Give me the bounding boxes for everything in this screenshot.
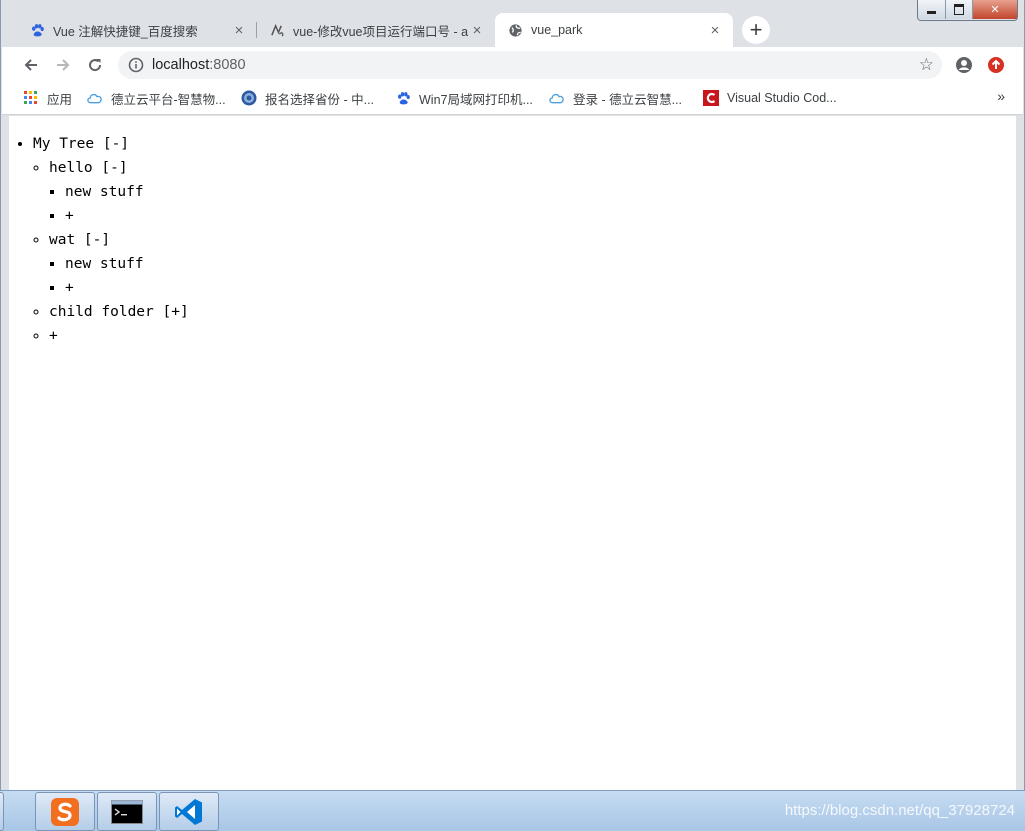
bookmark-label: Visual Studio Cod...	[727, 91, 837, 105]
tab-title: vue_park	[531, 23, 583, 37]
taskbar-sogou[interactable]	[35, 792, 95, 831]
apps-grid-icon	[23, 90, 39, 106]
baidu-paw-icon	[29, 22, 45, 38]
bookmark-province[interactable]: 报名选择省份 - 中...	[241, 89, 374, 107]
new-tab-button[interactable]: +	[742, 16, 770, 44]
tab-baidu-search[interactable]: Vue 注解快捷键_百度搜索 ×	[17, 13, 257, 47]
tree-children: new stuff +	[49, 252, 1016, 300]
maximize-icon	[954, 4, 964, 15]
tab-close-icon[interactable]: ×	[707, 22, 723, 39]
bookmarks-bar: 应用 德立云平台-智慧物... 报名选择省份 - 中... Win7局域网打印机…	[2, 82, 1023, 115]
cloud-icon	[549, 90, 565, 106]
tree-item-leaf: new stuff	[65, 180, 1016, 204]
tab-vue-park[interactable]: vue_park ×	[495, 13, 733, 47]
tab-title: Vue 注解快捷键_百度搜索	[53, 24, 198, 39]
bookmark-apps[interactable]: 应用	[23, 89, 72, 107]
bookmark-win7-printer[interactable]: Win7局域网打印机...	[395, 89, 533, 107]
reload-button[interactable]	[83, 53, 107, 77]
arrow-right-icon	[57, 59, 70, 71]
browser-toolbar: localhost:8080 ☆	[2, 47, 1023, 82]
taskbar-wechat[interactable]	[0, 792, 4, 831]
tree-leaf-label[interactable]: new stuff	[65, 256, 144, 272]
csdn-icon	[703, 90, 719, 106]
update-arrow-icon	[988, 57, 1004, 73]
add-item-button[interactable]: +	[65, 208, 74, 224]
tree-leaf-label[interactable]: new stuff	[65, 184, 144, 200]
vscode-icon	[175, 798, 202, 825]
tree-folder-label[interactable]: hello [-]	[49, 160, 128, 176]
tree-children: hello [-] new stuff + wat [-] new stuff …	[33, 156, 1016, 348]
tree-root-label[interactable]: My Tree [-]	[33, 136, 129, 152]
tree-view: My Tree [-] hello [-] new stuff + wat [-…	[9, 132, 1016, 348]
bookmark-label: 应用	[47, 92, 73, 107]
url-text: localhost:8080	[152, 57, 246, 73]
watermark-text: https://blog.csdn.net/qq_37928724	[784, 802, 1015, 819]
tab-title: vue-修改vue项目运行端口号 - a	[293, 24, 469, 39]
site-logo-icon	[269, 22, 285, 38]
tree-item-add: +	[65, 276, 1016, 300]
command-prompt-icon	[111, 799, 143, 824]
address-bar[interactable]: localhost:8080 ☆	[118, 51, 942, 79]
bookmark-star-icon[interactable]: ☆	[919, 55, 934, 75]
globe-icon	[507, 22, 523, 38]
browser-window: ✕ Vue 注解快捷键_百度搜索 × vue-修改vue项目运行端口号 - a …	[0, 0, 1025, 790]
back-button[interactable]	[19, 53, 43, 77]
seal-icon	[241, 90, 257, 106]
tree-item-add: +	[49, 324, 1016, 348]
maximize-button[interactable]	[946, 0, 973, 19]
tree-children: new stuff +	[49, 180, 1016, 228]
taskbar-cmd[interactable]	[97, 792, 157, 831]
minimize-icon	[927, 11, 936, 14]
page-content: My Tree [-] hello [-] new stuff + wat [-…	[9, 116, 1016, 790]
tree-folder-label[interactable]: child folder [+]	[49, 304, 189, 320]
taskbar-vscode[interactable]	[159, 792, 219, 831]
profile-button[interactable]	[952, 53, 976, 77]
url-port: :8080	[209, 57, 246, 73]
update-button[interactable]	[984, 53, 1008, 77]
tree-item-wat: wat [-] new stuff +	[49, 228, 1016, 300]
bookmark-label: 登录 - 德立云智慧...	[573, 92, 683, 107]
cloud-icon	[87, 90, 103, 106]
window-controls: ✕	[917, 0, 1018, 21]
bookmarks-overflow-button[interactable]: »	[997, 88, 1005, 104]
close-icon: ✕	[990, 4, 1000, 16]
taskbar: https://blog.csdn.net/qq_37928724	[0, 790, 1025, 831]
tree-folder-label[interactable]: wat [-]	[49, 232, 110, 248]
tab-close-icon[interactable]: ×	[469, 22, 485, 39]
bookmark-label: 报名选择省份 - 中...	[265, 92, 375, 107]
tab-close-icon[interactable]: ×	[231, 22, 247, 39]
minimize-button[interactable]	[918, 0, 946, 19]
bookmark-label: 德立云平台-智慧物...	[111, 92, 226, 107]
tree-item-hello: hello [-] new stuff +	[49, 156, 1016, 228]
tree-item-leaf: new stuff	[65, 252, 1016, 276]
reload-icon	[89, 59, 102, 72]
tab-vue-port[interactable]: vue-修改vue项目运行端口号 - a ×	[257, 13, 495, 47]
account-icon	[956, 57, 972, 73]
close-window-button[interactable]: ✕	[973, 0, 1017, 19]
bookmark-vscode[interactable]: Visual Studio Cod...	[703, 89, 837, 107]
tree-root-list: My Tree [-] hello [-] new stuff + wat [-…	[9, 132, 1016, 348]
bookmark-label: Win7局域网打印机...	[419, 92, 533, 107]
tab-strip: Vue 注解快捷键_百度搜索 × vue-修改vue项目运行端口号 - a × …	[17, 13, 733, 47]
forward-button[interactable]	[51, 53, 75, 77]
add-item-button[interactable]: +	[49, 328, 58, 344]
tree-item-root: My Tree [-] hello [-] new stuff + wat [-…	[33, 132, 1016, 348]
arrow-left-icon	[24, 59, 37, 71]
info-icon[interactable]	[128, 57, 144, 78]
tree-item-child-folder: child folder [+]	[49, 300, 1016, 324]
bookmark-deli-login[interactable]: 登录 - 德立云智慧...	[549, 89, 682, 107]
baidu-paw-icon	[395, 90, 411, 106]
url-host: localhost	[152, 57, 210, 73]
tree-item-add: +	[65, 204, 1016, 228]
sogou-input-icon	[51, 797, 79, 826]
bookmark-deli-cloud[interactable]: 德立云平台-智慧物...	[87, 89, 226, 107]
add-item-button[interactable]: +	[65, 280, 74, 296]
